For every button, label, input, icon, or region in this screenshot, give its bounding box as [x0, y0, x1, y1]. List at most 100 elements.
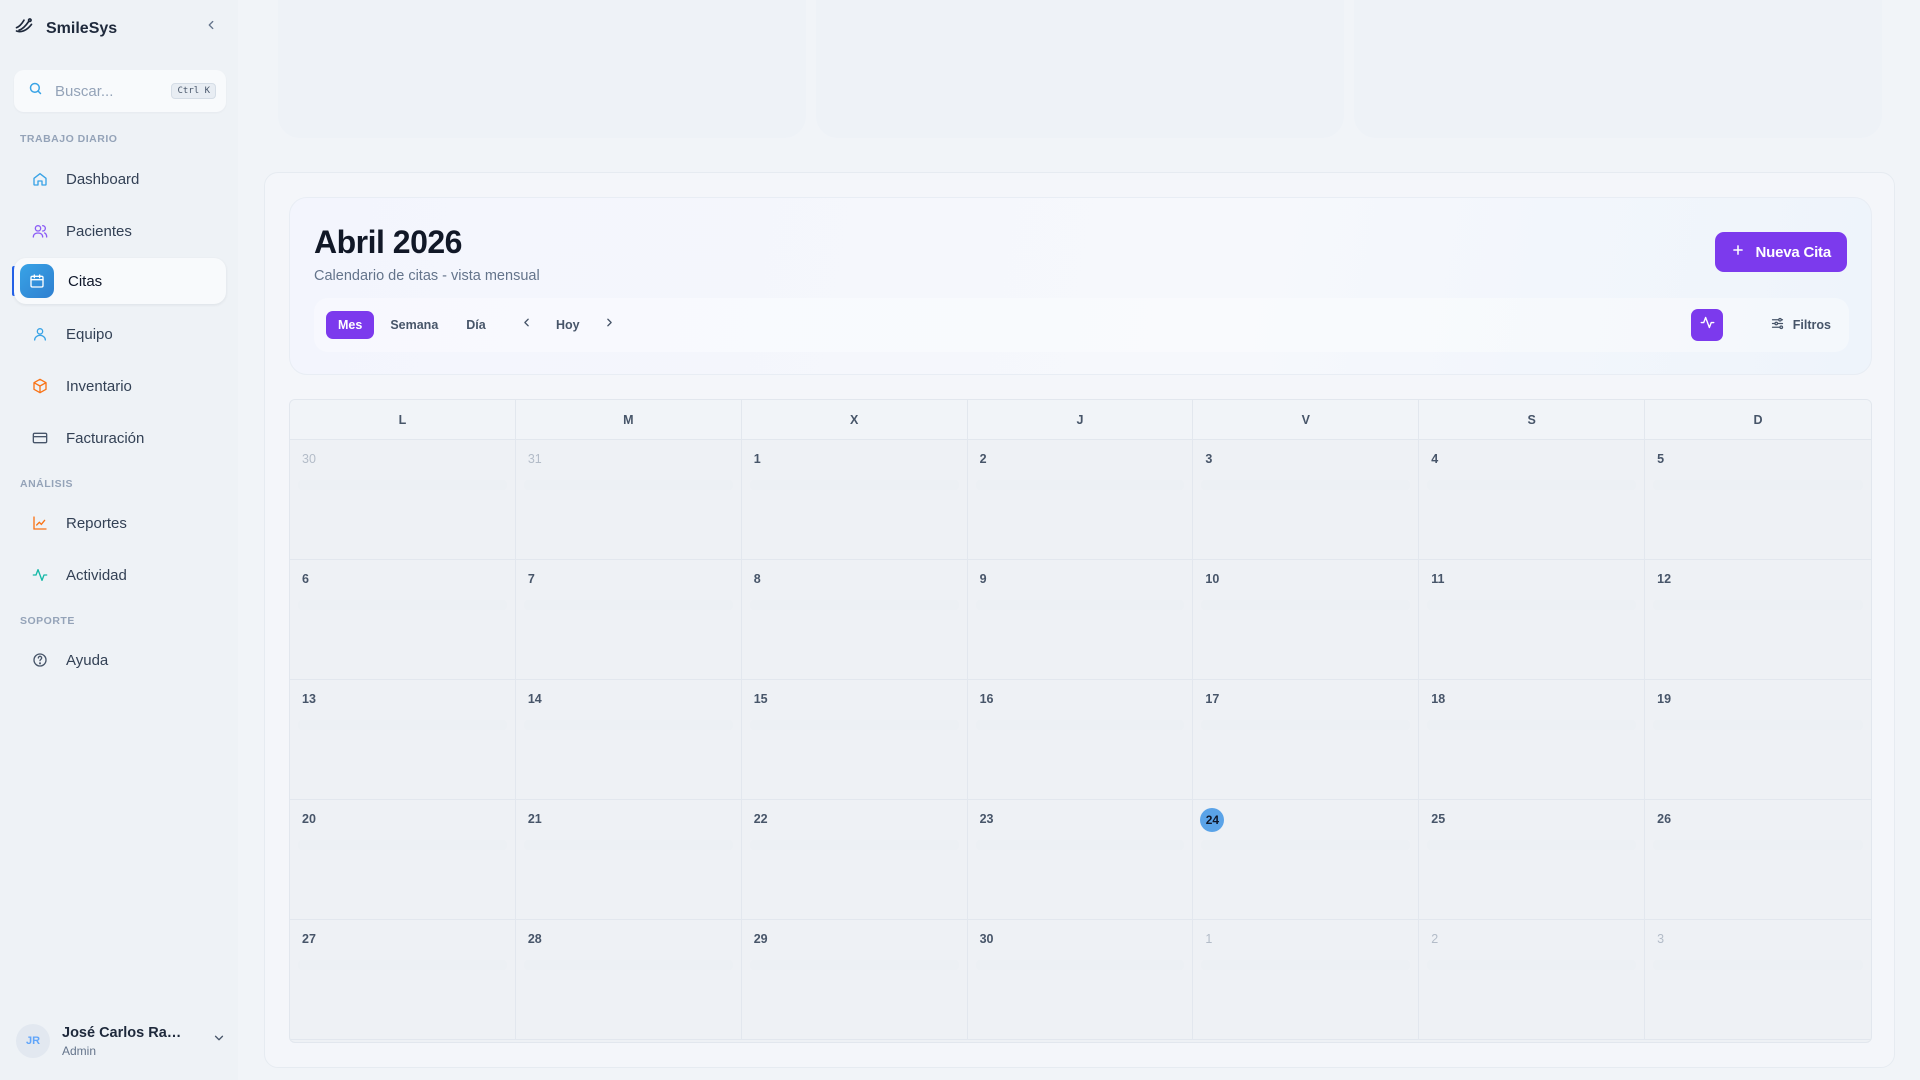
user-icon — [28, 322, 52, 346]
day-number: 24 — [1200, 808, 1225, 832]
next-month-button[interactable] — [596, 311, 624, 339]
tooth-logo-icon — [14, 16, 34, 41]
sidebar-item-ayuda[interactable]: Ayuda — [14, 637, 226, 683]
appointment-placeholder — [1427, 600, 1637, 610]
appointment-placeholder — [1427, 960, 1637, 970]
collapse-sidebar-button[interactable] — [200, 16, 222, 38]
day-number: 16 — [979, 692, 994, 706]
calendar-day-cell[interactable]: 23 — [967, 800, 1194, 920]
calendar-toolbar: Mes Semana Día Hoy Filtros — [314, 298, 1849, 352]
sidebar-item-equipo[interactable]: Equipo — [14, 311, 226, 357]
calendar-day-cell[interactable]: 8 — [741, 560, 968, 680]
calendar-day-cell[interactable]: 26 — [1645, 800, 1871, 920]
calendar-day-cell[interactable]: 21 — [515, 800, 742, 920]
sidebar-item-inventario[interactable]: Inventario — [14, 363, 226, 409]
section-label-analisis: ANÁLISIS — [20, 478, 74, 490]
sidebar-item-dashboard[interactable]: Dashboard — [14, 156, 226, 202]
appointment-placeholder — [1201, 600, 1411, 610]
appointment-placeholder — [1201, 480, 1411, 490]
appointment-placeholder — [1427, 720, 1637, 730]
day-number: 28 — [527, 932, 542, 946]
weekday-label: X — [742, 400, 968, 439]
today-button[interactable]: Hoy — [546, 318, 590, 332]
calendar-day-cell[interactable]: 12 — [1645, 560, 1871, 680]
calendar-day-cell[interactable]: 11 — [1419, 560, 1646, 680]
calendar-day-cell[interactable]: 1 — [1193, 920, 1420, 1040]
sidebar-item-citas[interactable]: Citas — [14, 258, 226, 304]
appointment-placeholder — [523, 960, 733, 970]
section-label-soporte: SOPORTE — [20, 615, 75, 627]
help-circle-icon — [28, 648, 52, 672]
calendar-day-cell[interactable]: 18 — [1419, 680, 1646, 800]
appointment-placeholder — [1427, 840, 1637, 850]
view-day-button[interactable]: Día — [454, 311, 497, 339]
appointment-placeholder — [1653, 480, 1863, 490]
appointment-placeholder — [749, 720, 959, 730]
calendar-icon — [20, 264, 54, 298]
sidebar-item-facturacion[interactable]: Facturación — [14, 415, 226, 461]
calendar-day-cell[interactable]: 13 — [290, 680, 516, 800]
calendar-day-cell[interactable]: 27 — [290, 920, 516, 1040]
day-number: 3 — [1657, 932, 1665, 946]
view-week-button[interactable]: Semana — [378, 311, 450, 339]
chevron-right-icon — [603, 316, 616, 334]
calendar-day-cell[interactable]: 3 — [1193, 440, 1420, 560]
appointment-placeholder — [523, 480, 733, 490]
day-number: 12 — [1657, 572, 1672, 586]
previous-month-button[interactable] — [512, 311, 540, 339]
sidebar-item-label: Actividad — [66, 566, 127, 584]
calendar-day-cell[interactable]: 7 — [515, 560, 742, 680]
stat-card-placeholder — [1354, 0, 1882, 138]
search-shortcut-badge: Ctrl K — [171, 83, 216, 99]
calendar-day-cell[interactable]: 30 — [967, 920, 1194, 1040]
calendar-day-cell[interactable]: 3 — [1645, 920, 1871, 1040]
sidebar-item-reportes[interactable]: Reportes — [14, 500, 226, 546]
view-month-button[interactable]: Mes — [326, 311, 375, 339]
calendar-day-cell[interactable]: 2 — [967, 440, 1194, 560]
calendar-day-cell[interactable]: 29 — [741, 920, 968, 1040]
calendar-day-cell[interactable]: 30 — [290, 440, 516, 560]
calendar-day-cell[interactable]: 5 — [1645, 440, 1871, 560]
sidebar-item-label: Ayuda — [66, 651, 109, 669]
search-box: Ctrl K — [14, 70, 226, 112]
filters-button[interactable]: Filtros — [1770, 309, 1831, 341]
plus-icon — [1731, 243, 1745, 261]
search-input[interactable] — [55, 82, 160, 100]
calendar-day-cell[interactable]: 4 — [1419, 440, 1646, 560]
appointment-placeholder — [523, 720, 733, 730]
appointment-placeholder — [749, 960, 959, 970]
user-menu[interactable]: JR José Carlos Ramír... Admin — [16, 1018, 226, 1064]
appointment-placeholder — [975, 600, 1185, 610]
new-appointment-button[interactable]: Nueva Cita — [1715, 232, 1847, 272]
calendar-day-cell[interactable]: 14 — [515, 680, 742, 800]
calendar-day-cell[interactable]: 19 — [1645, 680, 1871, 800]
calendar-day-cell[interactable]: 17 — [1193, 680, 1420, 800]
user-role: Admin — [62, 1043, 97, 1058]
calendar-day-cell[interactable]: 15 — [741, 680, 968, 800]
appointment-placeholder — [298, 960, 507, 970]
day-number: 10 — [1205, 572, 1220, 586]
sidebar-item-pacientes[interactable]: Pacientes — [14, 208, 226, 254]
calendar-day-cell[interactable]: 1 — [741, 440, 968, 560]
calendar-day-cell[interactable]: 2 — [1419, 920, 1646, 1040]
weekday-label: L — [290, 400, 516, 439]
appointment-placeholder — [749, 600, 959, 610]
activity-toggle-button[interactable] — [1691, 309, 1723, 341]
day-number: 29 — [753, 932, 768, 946]
calendar-day-cell[interactable]: 9 — [967, 560, 1194, 680]
calendar-day-cell[interactable]: 6 — [290, 560, 516, 680]
calendar-day-cell[interactable]: 10 — [1193, 560, 1420, 680]
day-number: 11 — [1431, 572, 1445, 586]
stat-card-placeholder — [278, 0, 806, 138]
calendar-day-cell[interactable]: 28 — [515, 920, 742, 1040]
calendar-day-cell[interactable]: 31 — [515, 440, 742, 560]
weekday-label: V — [1193, 400, 1420, 439]
calendar-day-cell[interactable]: 22 — [741, 800, 968, 920]
calendar-day-cell[interactable]: 25 — [1419, 800, 1646, 920]
calendar-day-cell[interactable]: 16 — [967, 680, 1194, 800]
weekday-label: M — [516, 400, 742, 439]
brand[interactable]: SmileSys — [14, 16, 117, 41]
calendar-day-cell[interactable]: 20 — [290, 800, 516, 920]
sidebar-item-actividad[interactable]: Actividad — [14, 552, 226, 598]
calendar-day-cell-today[interactable]: 24 — [1193, 800, 1420, 920]
